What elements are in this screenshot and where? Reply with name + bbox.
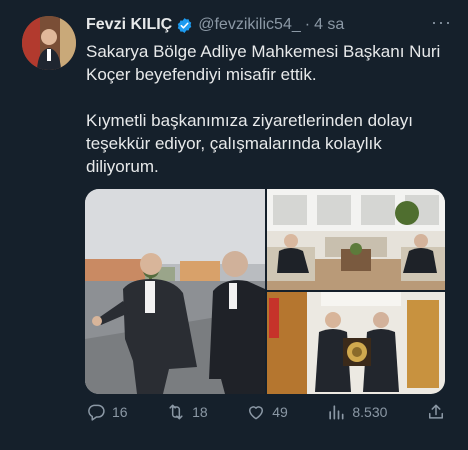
like-icon — [249, 406, 264, 420]
retweet-button[interactable]: 18 — [166, 402, 208, 422]
retweet-icon — [169, 404, 183, 420]
like-button[interactable]: 49 — [246, 402, 288, 422]
author-name[interactable]: Fevzi KILIÇ — [86, 16, 172, 34]
reply-button[interactable]: 16 — [86, 402, 128, 422]
photo-gift-plaque[interactable] — [267, 292, 445, 394]
views-button[interactable]: 8.530 — [326, 402, 387, 422]
photo-outdoor-walk[interactable] — [85, 189, 265, 394]
avatar[interactable] — [22, 16, 76, 70]
share-button[interactable] — [426, 402, 446, 422]
action-bar: 16 18 49 8.530 — [86, 400, 446, 424]
reply-icon — [88, 404, 105, 421]
reply-count: 16 — [112, 404, 128, 420]
separator-dot: · — [304, 16, 311, 33]
avatar-photo — [22, 16, 76, 70]
author-handle[interactable]: @fevzikilic54_ — [198, 16, 301, 34]
views-count: 8.530 — [352, 404, 388, 420]
photo-office-sofas[interactable] — [267, 189, 445, 290]
views-icon — [329, 405, 344, 420]
retweet-count: 18 — [192, 404, 208, 420]
share-icon — [428, 404, 443, 419]
tweet-paragraph-2: Kıymetli başkanımıza ziyaretlerinden dol… — [86, 111, 413, 176]
post-time[interactable]: 4 sa — [314, 16, 344, 34]
more-icon[interactable]: ··· — [431, 13, 452, 31]
tweet-text: Sakarya Bölge Adliye Mahkemesi Başkanı N… — [86, 40, 458, 178]
verified-badge-icon — [176, 17, 193, 34]
tweet-header: Fevzi KILIÇ @fevzikilic54_ · 4 sa ··· — [86, 13, 452, 36]
like-count: 49 — [272, 404, 288, 420]
tweet-paragraph-1: Sakarya Bölge Adliye Mahkemesi Başkanı N… — [86, 42, 441, 84]
media-grid — [85, 189, 445, 394]
